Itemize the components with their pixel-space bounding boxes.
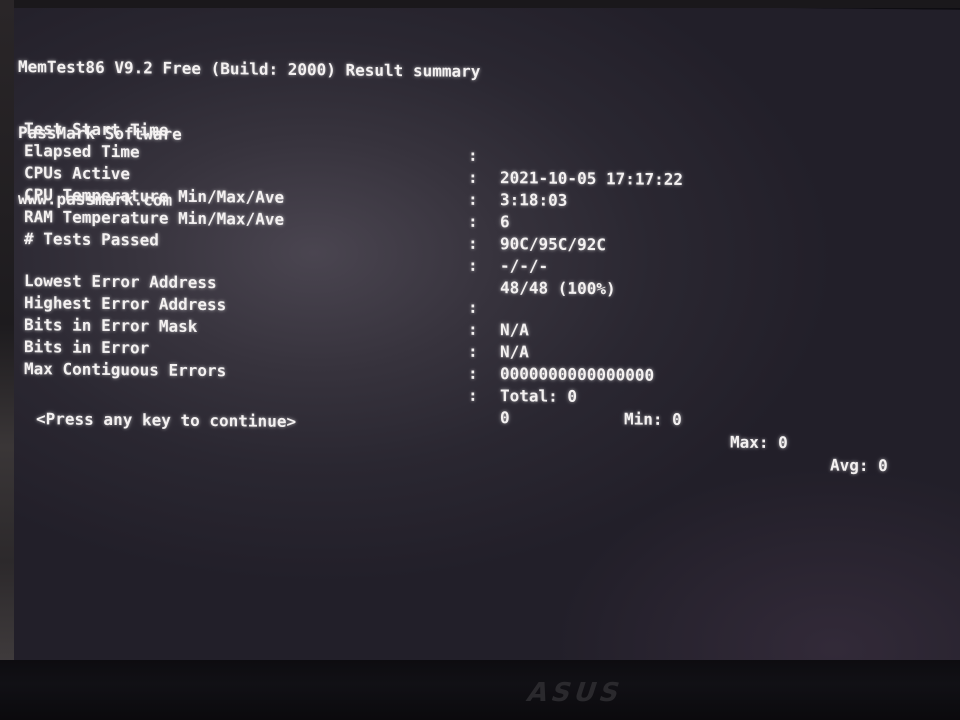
monitor-bezel [0,660,960,720]
monitor-screen: MemTest86 V9.2 Free (Build: 2000) Result… [14,0,960,670]
row-value: 0000000000000000 [500,364,655,385]
app-title: MemTest86 V9.2 Free (Build: 2000) Result… [18,57,481,81]
asus-logo: ASUS [523,678,628,708]
bits-avg: Avg: 0 [830,455,888,476]
continue-prompt[interactable]: <Press any key to continue> [36,408,296,433]
row-separator: : [468,385,478,405]
row-value: 0 [500,408,510,428]
bits-max: Max: 0 [730,432,788,453]
row-label: Max Contiguous Errors [24,359,227,381]
screen-top-edge [14,0,960,8]
bits-total: Total: 0 [500,386,578,406]
row-separator: : [468,363,478,383]
bits-min: Min: 0 [624,409,682,429]
row-separator: : [468,233,478,253]
